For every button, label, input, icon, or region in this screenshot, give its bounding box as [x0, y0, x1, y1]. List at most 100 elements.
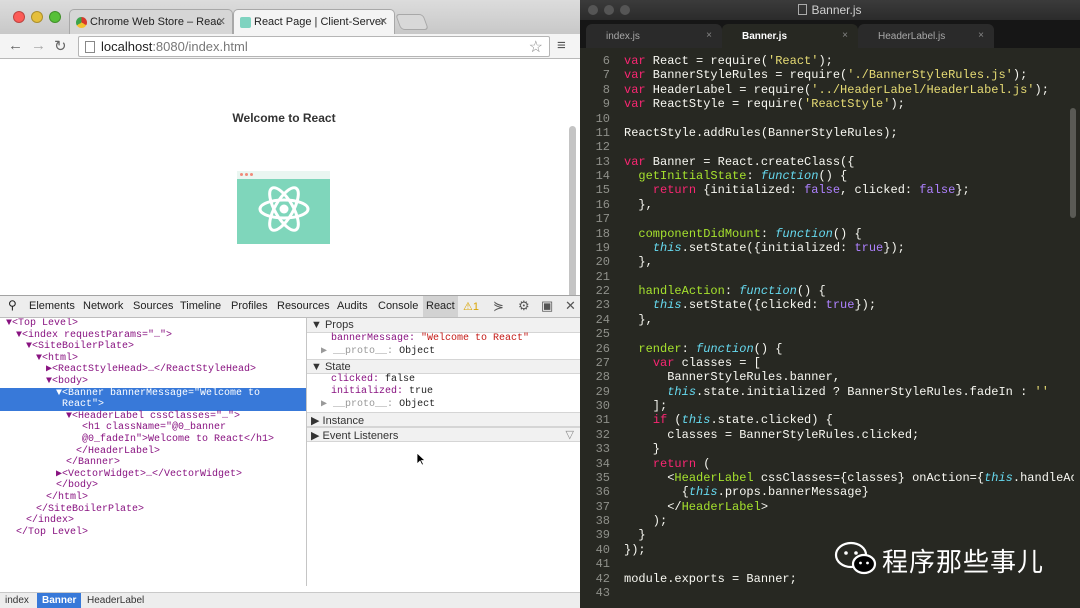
code-line[interactable]: },: [624, 313, 1074, 327]
code-line[interactable]: classes = BannerStyleRules.clicked;: [624, 428, 1074, 442]
filter-icon[interactable]: ▽: [566, 428, 574, 441]
hamburger-menu-icon[interactable]: ≡: [557, 37, 566, 54]
state-proto-row[interactable]: ▶ __proto__: Object: [307, 398, 580, 410]
state-row[interactable]: initialized: true: [307, 386, 580, 398]
minimize-window-button[interactable]: [604, 5, 614, 15]
close-window-button[interactable]: [13, 11, 25, 23]
code-line[interactable]: this.setState({initialized: true});: [624, 241, 1074, 255]
close-tab-icon[interactable]: ×: [842, 30, 848, 41]
tree-node[interactable]: ▼<body>: [0, 376, 306, 388]
code-line[interactable]: {this.props.bannerMessage}: [624, 485, 1074, 499]
code-line[interactable]: [624, 327, 1074, 341]
code-line[interactable]: [624, 112, 1074, 126]
page-scrollbar[interactable]: [569, 126, 576, 306]
editor-tab-headerlabel[interactable]: HeaderLabel.js ×: [858, 24, 994, 48]
devtools-tab-resources[interactable]: Resources: [277, 300, 330, 312]
component-tree[interactable]: ▼<Top Level> ▼<index requestParams="…"> ▼<…: [0, 318, 306, 586]
zoom-window-button[interactable]: [49, 11, 61, 23]
tree-node[interactable]: <h1 className="@0_banner: [0, 422, 306, 434]
dock-side-icon[interactable]: ▣: [541, 298, 553, 314]
code-line[interactable]: getInitialState: function() {: [624, 169, 1074, 183]
tree-node[interactable]: ▼<SiteBoilerPlate>: [0, 341, 306, 353]
tree-node[interactable]: ▶<ReactStyleHead>…</ReactStyleHead>: [0, 364, 306, 376]
browser-tab-react-page[interactable]: React Page | Client-Server ✕: [233, 9, 395, 35]
editor-body[interactable]: 6 7 8 9 10 11 12 13 14 15 16 17 18 19 20 21 22 23 24 25 26 27…: [580, 48, 1080, 608]
warning-counter[interactable]: ⚠1: [463, 300, 479, 313]
tree-node[interactable]: </index>: [0, 515, 306, 527]
tree-node[interactable]: </Top Level>: [0, 527, 306, 539]
editor-tab-index[interactable]: index.js ×: [586, 24, 722, 48]
back-arrow-icon[interactable]: ←: [8, 37, 23, 54]
react-logo-image[interactable]: [237, 171, 330, 244]
tree-node[interactable]: ▼<Top Level>: [0, 318, 306, 330]
code-line[interactable]: render: function() {: [624, 342, 1074, 356]
close-devtools-icon[interactable]: ✕: [565, 298, 576, 314]
tree-node[interactable]: ▼<HeaderLabel cssClasses="…">: [0, 411, 306, 423]
code-line[interactable]: }: [624, 442, 1074, 456]
code-line[interactable]: },: [624, 255, 1074, 269]
code-line[interactable]: [624, 140, 1074, 154]
devtools-tab-audits[interactable]: Audits: [337, 300, 368, 312]
devtools-tab-console[interactable]: Console: [378, 300, 418, 312]
bookmark-star-icon[interactable]: ☆: [529, 37, 543, 57]
forward-arrow-icon[interactable]: →: [31, 37, 46, 54]
code-line[interactable]: [624, 270, 1074, 284]
code-line[interactable]: var HeaderLabel = require('../HeaderLabe…: [624, 83, 1074, 97]
state-row[interactable]: clicked: false: [307, 374, 580, 386]
code-line[interactable]: var BannerStyleRules = require('./Banner…: [624, 68, 1074, 82]
code-line[interactable]: var ReactStyle = require('ReactStyle');: [624, 97, 1074, 111]
editor-tab-banner[interactable]: Banner.js ×: [722, 24, 858, 48]
tree-node[interactable]: ▼<html>: [0, 353, 306, 365]
search-icon[interactable]: ⚲: [8, 298, 17, 312]
code-line[interactable]: <HeaderLabel cssClasses={classes} onActi…: [624, 471, 1074, 485]
devtools-tab-network[interactable]: Network: [83, 300, 123, 312]
new-tab-button[interactable]: [395, 14, 429, 30]
code-line[interactable]: ];: [624, 399, 1074, 413]
tree-node[interactable]: ▶<VectorWidget>…</VectorWidget>: [0, 469, 306, 481]
address-bar[interactable]: localhost:8080/index.html ☆: [78, 36, 550, 57]
tree-node[interactable]: </HeaderLabel>: [0, 446, 306, 458]
browser-tab-web-store[interactable]: Chrome Web Store – Reac ✕: [69, 9, 233, 35]
code-line[interactable]: [624, 586, 1074, 600]
code-line[interactable]: return (: [624, 457, 1074, 471]
tree-node[interactable]: </body>: [0, 480, 306, 492]
devtools-tab-sources[interactable]: Sources: [133, 300, 173, 312]
code-line[interactable]: [624, 212, 1074, 226]
editor-scrollbar[interactable]: [1070, 108, 1076, 218]
devtools-tab-profiles[interactable]: Profiles: [231, 300, 268, 312]
prop-proto-row[interactable]: ▶ __proto__: Object: [307, 345, 580, 357]
breadcrumb-headerlabel[interactable]: HeaderLabel: [82, 593, 149, 608]
code-line[interactable]: </HeaderLabel>: [624, 500, 1074, 514]
code-line[interactable]: var React = require('React');: [624, 54, 1074, 68]
code-line[interactable]: this.setState({clicked: true});: [624, 298, 1074, 312]
code-line[interactable]: handleAction: function() {: [624, 284, 1074, 298]
code-line[interactable]: if (this.state.clicked) {: [624, 413, 1074, 427]
zoom-window-button[interactable]: [620, 5, 630, 15]
breadcrumb-index[interactable]: index: [0, 593, 34, 608]
code-line[interactable]: BannerStyleRules.banner,: [624, 370, 1074, 384]
tree-node[interactable]: @0_fadeIn">Welcome to React</h1>: [0, 434, 306, 446]
reload-icon[interactable]: ↻: [54, 37, 67, 55]
close-tab-icon[interactable]: ×: [706, 30, 712, 41]
code-line[interactable]: },: [624, 198, 1074, 212]
close-window-button[interactable]: [588, 5, 598, 15]
devtools-tab-elements[interactable]: Elements: [29, 300, 75, 312]
code-line[interactable]: return {initialized: false, clicked: fal…: [624, 183, 1074, 197]
tree-node[interactable]: ▼<index requestParams="…">: [0, 330, 306, 342]
code-line[interactable]: ReactStyle.addRules(BannerStyleRules);: [624, 126, 1074, 140]
code-line[interactable]: var classes = [: [624, 356, 1074, 370]
tree-node[interactable]: </html>: [0, 492, 306, 504]
breadcrumb-banner[interactable]: Banner: [37, 593, 82, 608]
tree-node[interactable]: ▼<Banner bannerMessage="Welcome to: [0, 387, 306, 400]
event-listeners-section-header[interactable]: ▶ Event Listeners ▽: [307, 427, 580, 442]
close-tab-icon[interactable]: ✕: [217, 15, 226, 28]
devtools-tab-react[interactable]: React: [423, 296, 458, 317]
code-line[interactable]: var Banner = React.createClass({: [624, 155, 1074, 169]
state-section-header[interactable]: ▼ State: [307, 359, 580, 374]
tree-node[interactable]: React">: [0, 399, 306, 411]
devtools-tab-timeline[interactable]: Timeline: [180, 300, 221, 312]
gear-icon[interactable]: ⚙: [518, 298, 530, 314]
code-area[interactable]: var React = require('React'); var BannerS…: [624, 54, 1074, 600]
code-line[interactable]: );: [624, 514, 1074, 528]
code-line[interactable]: this.state.initialized ? BannerStyleRule…: [624, 385, 1074, 399]
